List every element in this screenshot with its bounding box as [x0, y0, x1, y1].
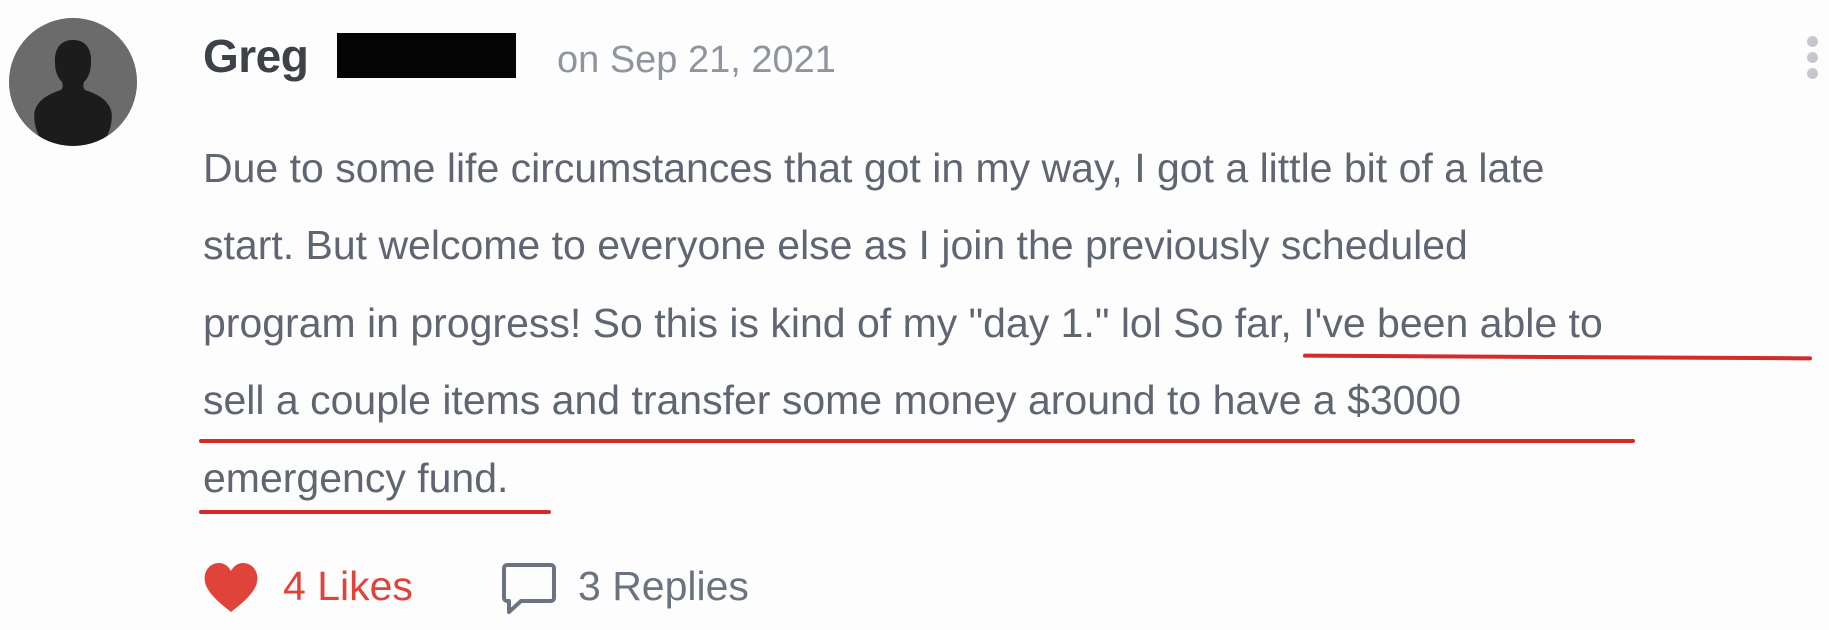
avatar[interactable]	[9, 18, 137, 146]
highlight-underline	[199, 439, 1635, 443]
highlight-underline	[199, 510, 551, 514]
comment-body-line: sell a couple items and transfer some mo…	[203, 377, 1462, 423]
comment-date: on Sep 21, 2021	[557, 39, 836, 81]
user-silhouette-icon	[9, 18, 137, 146]
comment-body-line: start. But welcome to everyone else as I…	[203, 222, 1468, 268]
comment-body-line: emergency fund.	[203, 455, 509, 501]
speech-bubble-icon[interactable]	[501, 560, 557, 616]
dot	[1807, 52, 1818, 63]
likes-button[interactable]: 4 Likes	[283, 556, 413, 616]
highlight-underline	[1302, 353, 1813, 361]
redacted-surname-box	[337, 33, 516, 78]
dot	[1807, 68, 1818, 79]
replies-button[interactable]: 3 Replies	[578, 556, 749, 616]
comment-body-line: Due to some life circumstances that got …	[203, 145, 1545, 191]
author-name[interactable]: Greg	[203, 26, 309, 86]
heart-icon[interactable]	[203, 562, 259, 614]
comment-card: Greg on Sep 21, 2021 Due to some life ci…	[0, 0, 1829, 630]
more-options-icon[interactable]	[1806, 36, 1820, 80]
comment-body-line: program in progress! So this is kind of …	[203, 300, 1603, 346]
dot	[1807, 36, 1818, 47]
